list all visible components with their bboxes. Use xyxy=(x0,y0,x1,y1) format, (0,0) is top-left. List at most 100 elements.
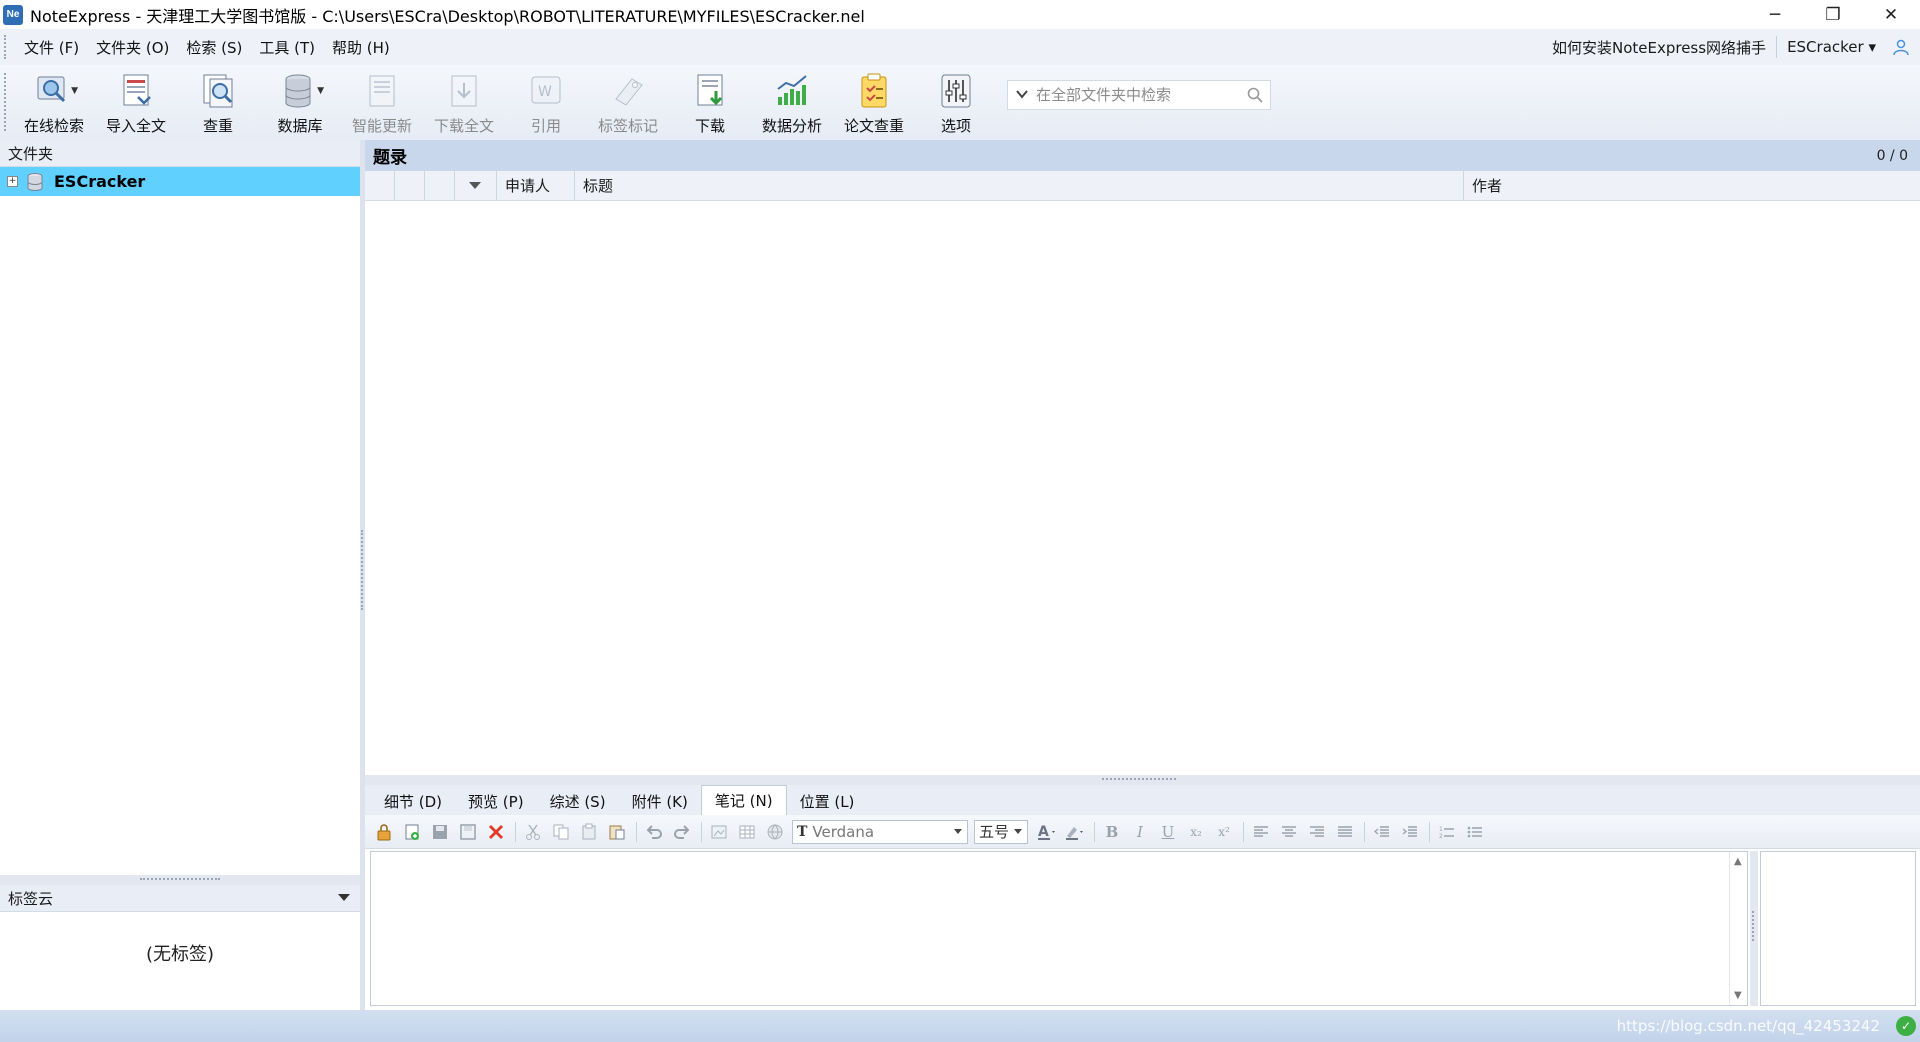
note-editor-toolbar: T Verdana 五号 A B I U x₂ x² 12 xyxy=(365,815,1920,849)
paper-check-button[interactable]: 论文查重 xyxy=(833,65,915,137)
tag-cloud-splitter[interactable] xyxy=(0,875,360,885)
minimize-button[interactable]: ─ xyxy=(1746,0,1804,29)
cut-icon[interactable] xyxy=(522,821,544,843)
lock-icon[interactable] xyxy=(373,821,395,843)
align-right-icon[interactable] xyxy=(1306,821,1328,843)
sort-dropdown-icon xyxy=(469,182,481,189)
title-bar: Ne NoteExpress - 天津理工大学图书馆版 - C:\Users\E… xyxy=(0,0,1920,29)
editor-side-splitter[interactable] xyxy=(1750,851,1758,1006)
highlight-icon[interactable] xyxy=(1064,821,1086,843)
search-scope-chevron-icon[interactable] xyxy=(1008,88,1036,102)
toolbar-grip[interactable] xyxy=(4,73,7,131)
menu-file[interactable]: 文件 (F) xyxy=(24,37,79,58)
status-ok-icon: ✓ xyxy=(1896,1016,1916,1036)
online-search-icon: ▼ xyxy=(32,70,78,112)
redo-icon[interactable] xyxy=(671,821,693,843)
save-as-icon[interactable] xyxy=(457,821,479,843)
note-side-panel[interactable] xyxy=(1760,851,1916,1006)
scroll-up-icon[interactable]: ▲ xyxy=(1734,856,1742,867)
align-left-icon[interactable] xyxy=(1250,821,1272,843)
tag-cloud-dropdown-icon[interactable] xyxy=(338,894,350,901)
column-sort[interactable] xyxy=(455,170,497,201)
folder-pane-header: 文件夹 xyxy=(0,140,360,167)
duplicate-check-icon xyxy=(196,70,240,112)
paste-special-icon[interactable] xyxy=(606,821,628,843)
undo-icon[interactable] xyxy=(643,821,665,843)
records-count: 0 / 0 xyxy=(1876,147,1908,164)
menu-tools[interactable]: 工具 (T) xyxy=(259,37,315,58)
column-attachment[interactable] xyxy=(395,170,425,201)
column-status[interactable] xyxy=(365,170,395,201)
menu-separator xyxy=(1776,36,1778,58)
menu-grip[interactable] xyxy=(4,35,7,59)
cite-button[interactable]: W 引用 xyxy=(505,65,587,137)
user-menu[interactable]: ESCracker ▾ xyxy=(1787,38,1876,56)
editor-scrollbar[interactable]: ▲ ▼ xyxy=(1729,852,1747,1005)
outdent-icon[interactable] xyxy=(1371,821,1393,843)
tab-attachments[interactable]: 附件 (K) xyxy=(619,787,701,815)
scroll-down-icon[interactable]: ▼ xyxy=(1734,990,1742,1001)
data-analysis-icon xyxy=(770,70,814,112)
window-controls: ─ ❐ ✕ xyxy=(1746,0,1920,29)
search-input[interactable] xyxy=(1036,82,1240,108)
menu-search[interactable]: 检索 (S) xyxy=(186,37,242,58)
tab-notes[interactable]: 笔记 (N) xyxy=(700,785,787,815)
bold-icon[interactable]: B xyxy=(1101,821,1123,843)
column-flag[interactable] xyxy=(425,170,455,201)
search-icon[interactable] xyxy=(1240,87,1270,103)
duplicate-check-button[interactable]: 查重 xyxy=(177,65,259,137)
database-button[interactable]: ▼ 数据库 xyxy=(259,65,341,137)
column-title[interactable]: 标题 xyxy=(575,170,1464,201)
delete-icon[interactable] xyxy=(485,821,507,843)
close-button[interactable]: ✕ xyxy=(1862,0,1920,29)
download-fulltext-button[interactable]: 下载全文 xyxy=(423,65,505,137)
copy-icon[interactable] xyxy=(550,821,572,843)
insert-image-icon[interactable] xyxy=(708,821,730,843)
tab-preview[interactable]: 预览 (P) xyxy=(455,787,537,815)
font-family-select[interactable]: T Verdana xyxy=(792,819,968,844)
svg-text:1: 1 xyxy=(1439,826,1443,833)
insert-link-icon[interactable] xyxy=(764,821,786,843)
restore-button[interactable]: ❐ xyxy=(1804,0,1862,29)
data-analysis-button[interactable]: 数据分析 xyxy=(751,65,833,137)
tab-summary[interactable]: 综述 (S) xyxy=(537,787,619,815)
tree-expand-icon[interactable]: + xyxy=(7,176,18,187)
install-capture-link[interactable]: 如何安装NoteExpress网络捕手 xyxy=(1552,37,1766,58)
insert-table-icon[interactable] xyxy=(736,821,758,843)
online-search-button[interactable]: ▼ 在线检索 xyxy=(13,65,95,137)
menu-folder[interactable]: 文件夹 (O) xyxy=(96,37,169,58)
user-account-icon[interactable] xyxy=(1890,36,1912,58)
new-note-icon[interactable] xyxy=(401,821,423,843)
column-author[interactable]: 作者 xyxy=(1464,171,1920,201)
options-button[interactable]: 选项 xyxy=(915,65,997,137)
tab-location[interactable]: 位置 (L) xyxy=(787,787,868,815)
superscript-icon[interactable]: x² xyxy=(1213,821,1235,843)
italic-icon[interactable]: I xyxy=(1129,821,1151,843)
font-color-icon[interactable]: A xyxy=(1036,821,1058,843)
align-center-icon[interactable] xyxy=(1278,821,1300,843)
download-button[interactable]: 下载 xyxy=(669,65,751,137)
bullet-list-icon[interactable] xyxy=(1464,821,1486,843)
menu-help[interactable]: 帮助 (H) xyxy=(332,37,390,58)
tag-mark-button[interactable]: 标签标记 xyxy=(587,65,669,137)
numbered-list-icon[interactable]: 12 xyxy=(1436,821,1458,843)
save-icon[interactable] xyxy=(429,821,451,843)
tab-details[interactable]: 细节 (D) xyxy=(371,787,455,815)
import-fulltext-button[interactable]: 导入全文 xyxy=(95,65,177,137)
records-list[interactable] xyxy=(365,201,1920,775)
underline-icon[interactable]: U xyxy=(1157,821,1179,843)
align-justify-icon[interactable] xyxy=(1334,821,1356,843)
note-editor[interactable]: ▲ ▼ xyxy=(370,851,1748,1006)
data-analysis-label: 数据分析 xyxy=(761,117,822,135)
font-size-select[interactable]: 五号 xyxy=(974,819,1028,844)
splitter-grip xyxy=(1102,778,1176,780)
options-label: 选项 xyxy=(940,117,971,135)
paste-icon[interactable] xyxy=(578,821,600,843)
column-applicant[interactable]: 申请人 xyxy=(497,170,575,201)
detail-splitter[interactable] xyxy=(365,775,1920,785)
tree-item-label: ESCracker xyxy=(54,172,146,191)
smart-update-button[interactable]: 智能更新 xyxy=(341,65,423,137)
tree-item-escracker[interactable]: + ESCracker xyxy=(0,167,360,196)
indent-icon[interactable] xyxy=(1399,821,1421,843)
subscript-icon[interactable]: x₂ xyxy=(1185,821,1207,843)
